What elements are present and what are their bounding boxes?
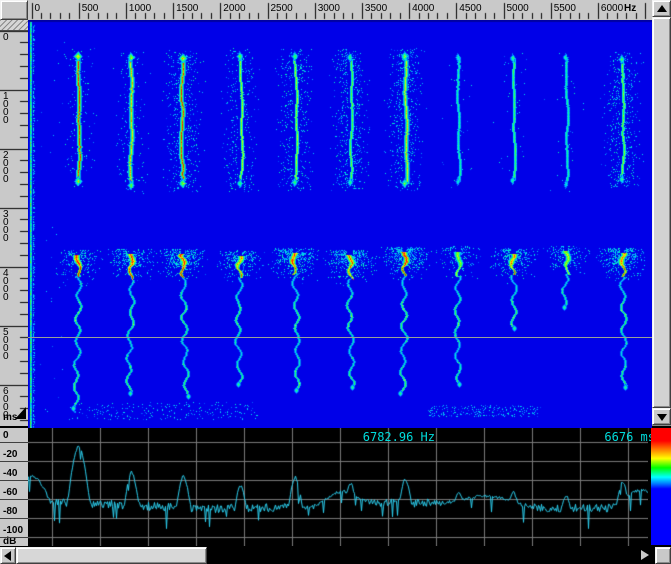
db-axis-separator xyxy=(0,480,28,481)
db-tick-label: -40 xyxy=(3,468,17,479)
frequency-ruler: Hz 0 500 1000 1500 2000 2500 3000 3500 4000 4500 5… xyxy=(28,0,652,20)
down-arrow-icon xyxy=(657,414,667,421)
ms-tick-label: 0 xyxy=(3,34,9,42)
scroll-up-button[interactable] xyxy=(652,0,671,17)
hz-tick-label: 1000 xyxy=(129,3,151,14)
hz-tick-label: 5500 xyxy=(554,3,576,14)
db-tick-label: -80 xyxy=(3,506,17,517)
hz-tick-label: 5000 xyxy=(507,3,529,14)
horizontal-scrollbar-track[interactable] xyxy=(207,547,637,564)
ms-tick-label: 2 0 0 0 xyxy=(3,152,9,184)
db-axis-separator xyxy=(0,461,28,462)
db-axis-separator xyxy=(0,499,28,500)
hz-tick-label: 4000 xyxy=(412,3,434,14)
ms-tick-label: 4 0 0 0 xyxy=(3,270,9,302)
left-arrow-icon xyxy=(4,551,11,561)
right-arrow-icon xyxy=(641,550,649,560)
ms-tick-label: 6 0 0 0 xyxy=(3,388,9,420)
hz-tick-label: 3000 xyxy=(318,3,340,14)
ruler-corner-box xyxy=(0,0,28,20)
spectrum-canvas xyxy=(28,428,648,546)
vertical-scrollbar-thumb[interactable] xyxy=(652,17,671,408)
scroll-left-button[interactable] xyxy=(0,547,16,564)
frequency-readout: 6782.96 Hz xyxy=(288,430,435,444)
db-tick-label: 0 xyxy=(3,430,9,441)
hz-tick-label: 3500 xyxy=(365,3,387,14)
horizontal-scrollbar-thumb[interactable] xyxy=(16,547,207,564)
spectrogram-app-window: Hz 0 500 1000 1500 2000 2500 3000 3500 4000 4500 5… xyxy=(0,0,671,564)
db-tick-label: -100 xyxy=(3,525,23,536)
colorbar-legend xyxy=(651,428,671,545)
time-readout: 6676 ms xyxy=(588,430,655,444)
db-tick-label: -60 xyxy=(3,487,17,498)
horizontal-scrollbar[interactable] xyxy=(0,547,671,564)
db-axis: dB 0-20-40-60-80-100 xyxy=(0,428,28,546)
db-axis-separator xyxy=(0,518,28,519)
scroll-down-button[interactable] xyxy=(652,408,671,425)
hz-tick-label: 1500 xyxy=(176,3,198,14)
spectrum-panel: 6782.96 Hz 6676 ms xyxy=(28,428,671,546)
scrollbar-corner-box xyxy=(655,547,671,564)
db-tick-label: -20 xyxy=(3,449,17,460)
frequency-unit-label: Hz xyxy=(624,3,636,14)
time-ruler: ms 01 0 0 02 0 0 03 0 0 04 0 0 05 0 0 06… xyxy=(0,20,28,426)
ms-tick-label: 1 0 0 0 xyxy=(3,93,9,125)
hz-tick-label: 6000 xyxy=(601,3,623,14)
ms-tick-label: 3 0 0 0 xyxy=(3,211,9,243)
hz-tick-label: 0 xyxy=(35,3,41,14)
time-cursor-line[interactable] xyxy=(28,337,652,338)
mouse-cursor-icon xyxy=(14,406,27,420)
ms-tick-label: 5 0 0 0 xyxy=(3,329,9,361)
hz-tick-label: 500 xyxy=(82,3,99,14)
hz-tick-label: 2500 xyxy=(271,3,293,14)
scroll-right-button[interactable] xyxy=(637,547,655,564)
up-arrow-icon xyxy=(657,5,667,12)
spectrogram-canvas[interactable] xyxy=(28,20,652,428)
db-axis-separator xyxy=(0,537,28,538)
hz-tick-label: 4500 xyxy=(459,3,481,14)
hz-tick-label: 2000 xyxy=(223,3,245,14)
db-axis-separator xyxy=(0,442,28,443)
vertical-scrollbar[interactable] xyxy=(652,0,671,426)
